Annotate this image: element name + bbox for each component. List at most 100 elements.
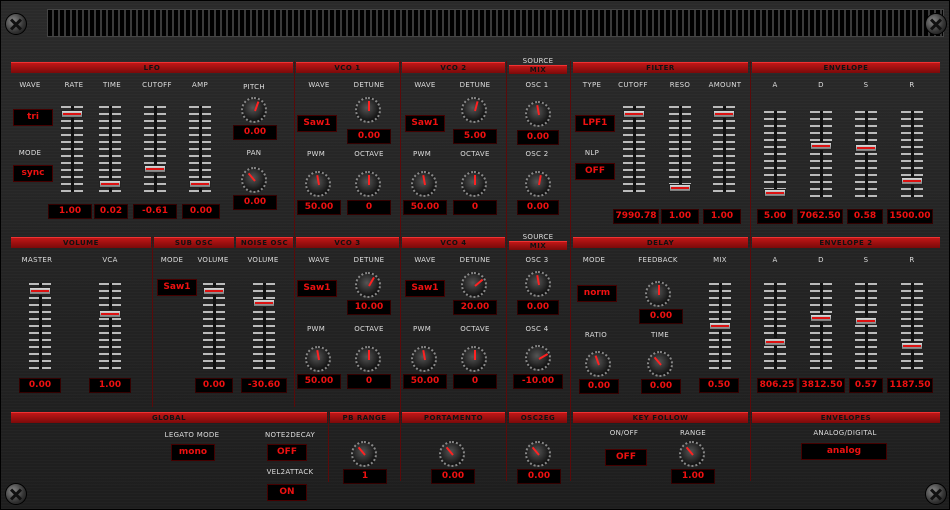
keyfollow-range-label: RANGE <box>680 429 706 437</box>
vel2attack-toggle[interactable]: ON <box>267 484 307 501</box>
fader-cap[interactable] <box>709 322 731 330</box>
lfo-cutoff-label: CUTOFF <box>142 81 172 89</box>
fader-cap[interactable] <box>810 142 832 150</box>
env2-r-fader[interactable] <box>901 283 923 369</box>
fader-cap[interactable] <box>855 317 877 325</box>
fader-cap[interactable] <box>855 144 877 152</box>
delay-mode-select[interactable]: norm <box>577 285 617 302</box>
mix2-header: SOURCE <box>522 233 554 241</box>
vco3-detune-knob[interactable] <box>355 272 381 298</box>
env2-d-fader[interactable] <box>810 283 832 369</box>
vco3-wave-select[interactable]: Saw1 <box>297 280 337 297</box>
lfo-pan-knob[interactable] <box>241 167 267 193</box>
lfo-pitch-knob[interactable] <box>241 97 267 123</box>
vco2-detune-knob[interactable] <box>461 97 487 123</box>
filter-cutoff-label: CUTOFF <box>618 81 648 89</box>
delay-feedback-knob[interactable] <box>645 281 671 307</box>
fader-cap[interactable] <box>810 314 832 322</box>
knob-pointer <box>653 356 662 366</box>
knob-pointer <box>536 274 540 286</box>
vco3-detune-label: DETUNE <box>353 256 385 264</box>
lfo-wave-select[interactable]: tri <box>13 109 53 126</box>
fader-cap[interactable] <box>61 110 83 118</box>
env2-s-fader[interactable] <box>855 283 877 369</box>
vco4-detune-knob[interactable] <box>461 272 487 298</box>
filter-nlp-select[interactable]: OFF <box>575 163 615 180</box>
vco2-pwm-knob[interactable] <box>411 171 437 197</box>
fader-cap[interactable] <box>189 180 211 188</box>
fader-cap[interactable] <box>669 184 691 192</box>
vel2attack-label: VEL2ATTACK <box>266 468 314 476</box>
lfo-mode-select[interactable]: sync <box>13 165 53 182</box>
lfo-cutoff-fader[interactable] <box>144 106 166 192</box>
filter-reso-fader[interactable] <box>669 106 691 192</box>
vco4-pwm-knob[interactable] <box>411 346 437 372</box>
keyfollow-range-knob[interactable] <box>679 441 705 467</box>
vco2-octave-knob[interactable] <box>461 171 487 197</box>
env1-s-fader[interactable] <box>855 111 877 197</box>
env1-a-fader[interactable] <box>764 111 786 197</box>
knob-pointer <box>316 174 320 186</box>
vco4-octave-knob[interactable] <box>461 346 487 372</box>
mix-osc1-knob[interactable] <box>525 101 551 127</box>
volume-master-fader[interactable] <box>29 283 51 369</box>
env1-r-fader[interactable] <box>901 111 923 197</box>
volume-vca-fader[interactable] <box>99 283 121 369</box>
fader-cap[interactable] <box>99 180 121 188</box>
note2decay-toggle[interactable]: OFF <box>267 444 307 461</box>
fader-cap[interactable] <box>144 165 166 173</box>
delay-mix-fader[interactable] <box>709 283 731 369</box>
envelopes-ad-select[interactable]: analog <box>801 443 887 460</box>
pbrange-knob[interactable] <box>351 441 377 467</box>
subosc-mode-select[interactable]: Saw1 <box>157 279 197 296</box>
portamento-knob[interactable] <box>439 441 465 467</box>
fader-cap[interactable] <box>764 189 786 197</box>
fader-cap[interactable] <box>764 338 786 346</box>
volume-master-value: 0.00 <box>19 378 61 393</box>
lfo-rate-value: 1.00 <box>48 204 92 219</box>
lfo-rate-fader[interactable] <box>61 106 83 192</box>
env2-a-fader[interactable] <box>764 283 786 369</box>
filter-type-select[interactable]: LPF1 <box>575 115 615 132</box>
legato-mode-select[interactable]: mono <box>171 444 215 461</box>
env1-d-fader[interactable] <box>810 111 832 197</box>
delay-ratio-knob[interactable] <box>585 351 611 377</box>
delay-time-label: TIME <box>650 331 669 339</box>
delay-time-value: 0.00 <box>641 379 681 394</box>
delay-ratio-value: 0.00 <box>579 379 619 394</box>
subosc-volume-fader[interactable] <box>203 283 225 369</box>
knob-pointer <box>445 446 454 456</box>
fader-cap[interactable] <box>713 110 735 118</box>
fader-cap[interactable] <box>901 342 923 350</box>
knob-pointer <box>368 101 370 111</box>
filter-amount-fader[interactable] <box>713 106 735 192</box>
noiseosc-volume-fader[interactable] <box>253 283 275 369</box>
lfo-amp-fader[interactable] <box>189 106 211 192</box>
vco1-detune-knob[interactable] <box>355 97 381 123</box>
fader-cap[interactable] <box>253 299 275 307</box>
vco1-wave-select[interactable]: Saw1 <box>297 115 337 132</box>
vco3-octave-value: 0 <box>347 374 391 389</box>
fader-cap[interactable] <box>203 287 225 295</box>
mix-osc3-knob[interactable] <box>525 271 551 297</box>
fader-cap[interactable] <box>901 177 923 185</box>
fader-cap[interactable] <box>623 110 645 118</box>
fader-cap[interactable] <box>29 287 51 295</box>
divider <box>506 61 507 481</box>
divider <box>294 61 295 407</box>
fader-cap[interactable] <box>99 310 121 318</box>
mix-osc4-knob[interactable] <box>525 345 551 371</box>
vco3-pwm-label: PWM <box>306 325 326 333</box>
vco1-pwm-knob[interactable] <box>305 171 331 197</box>
vco4-wave-select[interactable]: Saw1 <box>405 280 445 297</box>
vco3-octave-knob[interactable] <box>355 346 381 372</box>
mix-osc2-knob[interactable] <box>525 171 551 197</box>
vco1-octave-knob[interactable] <box>355 171 381 197</box>
osc2eg-knob[interactable] <box>525 441 551 467</box>
filter-cutoff-fader[interactable] <box>623 106 645 192</box>
vco3-pwm-knob[interactable] <box>305 346 331 372</box>
delay-time-knob[interactable] <box>647 351 673 377</box>
vco2-wave-select[interactable]: Saw1 <box>405 115 445 132</box>
lfo-time-fader[interactable] <box>99 106 121 192</box>
keyfollow-onoff-toggle[interactable]: OFF <box>605 449 647 466</box>
